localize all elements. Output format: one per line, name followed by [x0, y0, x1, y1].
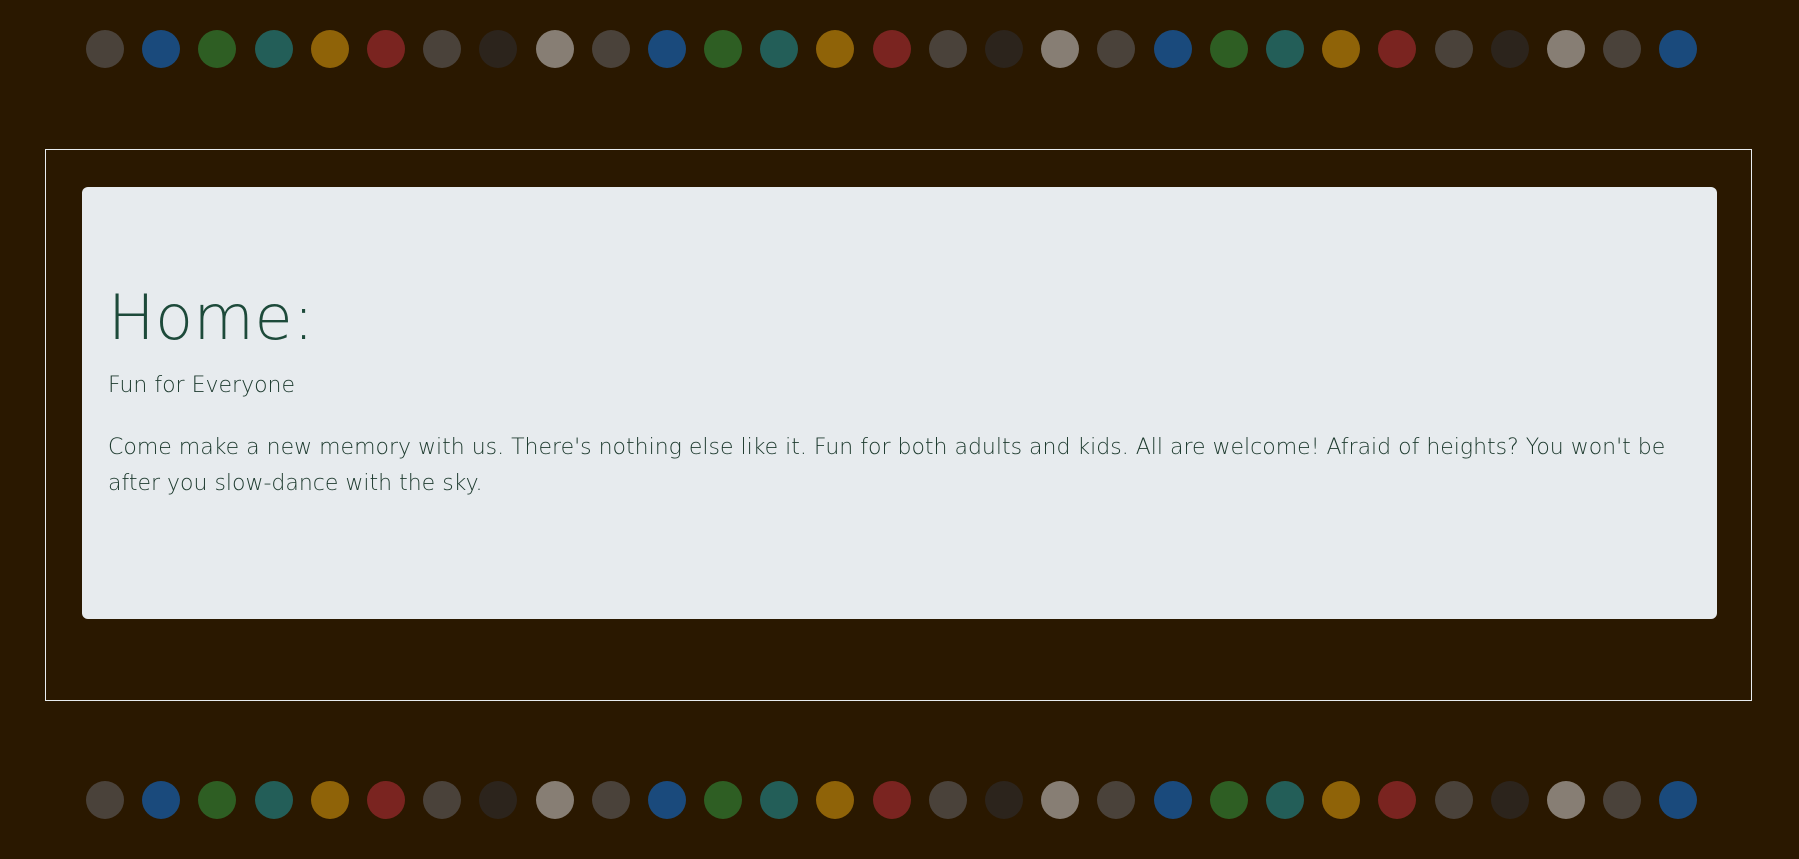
decorative-dot	[1209, 30, 1248, 68]
decorative-dot	[704, 781, 743, 819]
decorative-dot	[535, 30, 574, 68]
decorative-dot	[647, 781, 686, 819]
decorative-dot	[760, 30, 799, 68]
decorative-dot	[142, 781, 181, 819]
decorative-dot	[1490, 781, 1529, 819]
decorative-dot	[86, 781, 124, 819]
decorative-dot	[1546, 30, 1585, 68]
decorative-dot	[1265, 30, 1304, 68]
decorative-dot	[142, 30, 181, 68]
decorative-dot	[479, 781, 518, 819]
decorative-dot	[985, 30, 1023, 68]
decorative-dot	[1378, 30, 1417, 68]
page-body-text: Come make a new memory with us. There's …	[108, 435, 1666, 496]
decorative-dot	[591, 30, 630, 68]
decorative-dot	[704, 30, 743, 68]
decorative-dot	[86, 30, 124, 68]
decorative-dot	[760, 781, 799, 819]
home-card: Home: Fun for Everyone Come make a new m…	[82, 187, 1717, 619]
decorative-dot	[1209, 781, 1248, 819]
decorative-dot	[198, 30, 237, 68]
decorative-dot	[1041, 781, 1080, 819]
page: Home: Fun for Everyone Come make a new m…	[0, 0, 1799, 859]
decorative-dot	[198, 781, 237, 819]
page-subtitle: Fun for Everyone	[108, 373, 296, 398]
top-dot-border	[86, 30, 1698, 68]
decorative-dot	[1153, 30, 1192, 68]
decorative-dot	[423, 781, 462, 819]
decorative-dot	[1659, 781, 1698, 819]
decorative-dot	[1322, 781, 1361, 819]
decorative-dot	[816, 781, 855, 819]
decorative-dot	[366, 781, 405, 819]
decorative-dot	[1097, 30, 1136, 68]
decorative-dot	[928, 30, 967, 68]
decorative-dot	[423, 30, 462, 68]
decorative-dot	[479, 30, 518, 68]
decorative-dot	[1041, 30, 1080, 68]
decorative-dot	[1265, 781, 1304, 819]
decorative-dot	[816, 30, 855, 68]
decorative-dot	[985, 781, 1023, 819]
decorative-dot	[872, 30, 911, 68]
decorative-dot	[1434, 781, 1473, 819]
decorative-dot	[1490, 30, 1529, 68]
decorative-dot	[928, 781, 967, 819]
decorative-dot	[1097, 781, 1136, 819]
decorative-dot	[1603, 30, 1642, 68]
decorative-dot	[310, 781, 349, 819]
decorative-dot	[1546, 781, 1585, 819]
decorative-dot	[872, 781, 911, 819]
decorative-dot	[1153, 781, 1192, 819]
decorative-dot	[1603, 781, 1642, 819]
decorative-dot	[1322, 30, 1361, 68]
decorative-dot	[647, 30, 686, 68]
decorative-dot	[1434, 30, 1473, 68]
decorative-dot	[1659, 30, 1698, 68]
decorative-dot	[254, 781, 293, 819]
decorative-dot	[535, 781, 574, 819]
page-title: Home:	[108, 281, 315, 354]
bottom-dot-border	[86, 781, 1698, 819]
decorative-dot	[310, 30, 349, 68]
decorative-dot	[254, 30, 293, 68]
decorative-dot	[366, 30, 405, 68]
decorative-dot	[591, 781, 630, 819]
decorative-dot	[1378, 781, 1417, 819]
